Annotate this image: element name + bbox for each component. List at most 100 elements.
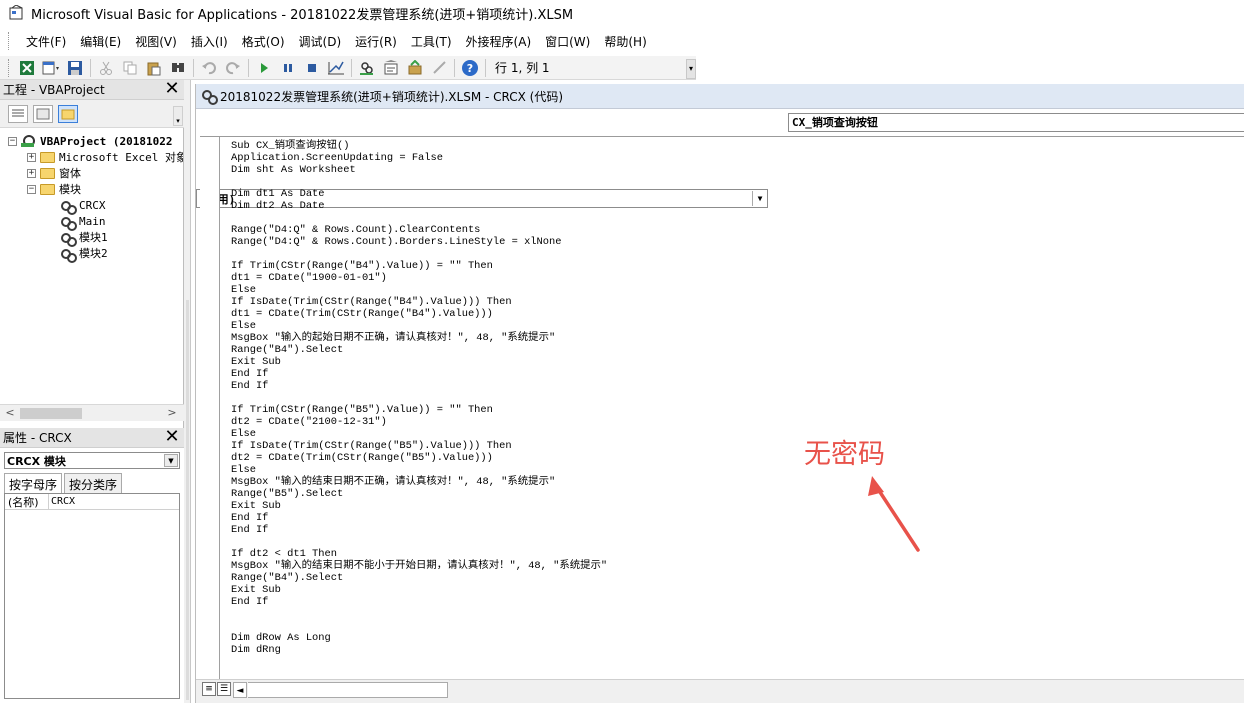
menu-view[interactable]: 视图(V): [128, 33, 184, 50]
redo-icon[interactable]: [223, 58, 243, 78]
menu-tools[interactable]: 工具(T): [404, 33, 459, 50]
code-line[interactable]: Range("B4").Select: [231, 344, 607, 356]
code-line[interactable]: [231, 248, 607, 260]
code-line[interactable]: Else: [231, 464, 607, 476]
tab-alphabetic[interactable]: 按字母序: [4, 473, 63, 493]
procedure-combo[interactable]: CX_销项查询按钮: [788, 112, 1244, 132]
view-object-button[interactable]: [33, 104, 53, 123]
code-line[interactable]: End If: [231, 596, 607, 608]
properties-icon[interactable]: [381, 58, 401, 78]
code-line[interactable]: Exit Sub: [231, 584, 607, 596]
code-line[interactable]: Range("B4").Select: [231, 572, 607, 584]
tab-categorized[interactable]: 按分类序: [64, 473, 123, 493]
code-line[interactable]: Dim dRow As Long: [231, 632, 607, 644]
code-line[interactable]: dt2 = CDate("2100-12-31"): [231, 416, 607, 428]
tree-node-module-1[interactable]: 模块1: [60, 229, 108, 247]
menu-insert[interactable]: 插入(I): [184, 33, 235, 50]
code-line[interactable]: MsgBox "输入的起始日期不正确，请认真核对！", 48, "系统提示": [231, 332, 607, 344]
toolbar-options-button[interactable]: ▾: [686, 59, 696, 79]
tree-node-module-crcx[interactable]: CRCX: [60, 197, 106, 215]
code-line[interactable]: Dim dRng: [231, 644, 607, 656]
menu-edit[interactable]: 编辑(E): [73, 33, 128, 50]
code-line[interactable]: End If: [231, 512, 607, 524]
menu-run[interactable]: 运行(R): [348, 33, 404, 50]
find-icon[interactable]: [168, 58, 188, 78]
code-line[interactable]: dt1 = CDate(Trim(CStr(Range("B4").Value)…: [231, 308, 607, 320]
code-line[interactable]: [231, 620, 607, 632]
code-line[interactable]: [231, 212, 607, 224]
tree-node-module-main[interactable]: Main: [60, 213, 106, 231]
help-icon[interactable]: ?: [460, 58, 480, 78]
tree-node-modules[interactable]: − 模块: [27, 181, 81, 197]
code-line[interactable]: dt1 = CDate("1900-01-01"): [231, 272, 607, 284]
copy-icon[interactable]: [120, 58, 140, 78]
code-line[interactable]: MsgBox "输入的结束日期不正确，请认真核对！", 48, "系统提示": [231, 476, 607, 488]
code-line[interactable]: If IsDate(Trim(CStr(Range("B4").Value)))…: [231, 296, 607, 308]
excel-icon[interactable]: [17, 58, 37, 78]
code-line[interactable]: End If: [231, 524, 607, 536]
tree-node-vbaproject[interactable]: − VBAProject (20181022: [8, 133, 172, 149]
code-hscrollbar[interactable]: [248, 682, 448, 698]
insert-module-icon[interactable]: [41, 58, 61, 78]
run-icon[interactable]: [254, 58, 274, 78]
paste-icon[interactable]: [144, 58, 164, 78]
project-panel-close-icon[interactable]: ✕: [163, 79, 181, 99]
code-line[interactable]: If IsDate(Trim(CStr(Range("B5").Value)))…: [231, 440, 607, 452]
tree-node-forms[interactable]: + 窗体: [27, 165, 81, 181]
code-line[interactable]: End If: [231, 368, 607, 380]
code-line[interactable]: If Trim(CStr(Range("B4").Value)) = "" Th…: [231, 260, 607, 272]
code-line[interactable]: Sub CX_销项查询按钮(): [231, 140, 607, 152]
properties-panel-close-icon[interactable]: ✕: [163, 427, 181, 447]
property-row[interactable]: (名称) CRCX: [5, 493, 179, 510]
code-editor[interactable]: Sub CX_销项查询按钮() Application.ScreenUpdatin…: [200, 136, 1244, 680]
code-margin[interactable]: [200, 137, 220, 680]
project-tree-hscrollbar[interactable]: < >: [0, 404, 184, 421]
undo-icon[interactable]: [199, 58, 219, 78]
collapse-icon[interactable]: −: [8, 136, 17, 146]
code-line[interactable]: Dim dt2 As Date: [231, 200, 607, 212]
chevron-down-icon[interactable]: ▼: [164, 454, 178, 467]
code-line[interactable]: Else: [231, 428, 607, 440]
expand-icon[interactable]: +: [27, 152, 36, 162]
full-module-view-icon[interactable]: ☰: [217, 682, 231, 696]
code-line[interactable]: [231, 392, 607, 404]
menu-help[interactable]: 帮助(H): [597, 33, 653, 50]
collapse-icon[interactable]: −: [27, 184, 36, 194]
code-line[interactable]: dt2 = CDate(Trim(CStr(Range("B5").Value)…: [231, 452, 607, 464]
code-line[interactable]: MsgBox "输入的结束日期不能小于开始日期，请认真核对！", 48, "系统…: [231, 560, 607, 572]
toolbox-icon[interactable]: [429, 58, 449, 78]
scrollbar-thumb[interactable]: [20, 408, 82, 419]
menu-window[interactable]: 窗口(W): [538, 33, 597, 50]
tree-node-excel-objects[interactable]: + Microsoft Excel 对象: [27, 149, 183, 165]
code-line[interactable]: Dim dt1 As Date: [231, 188, 607, 200]
code-line[interactable]: Range("D4:Q" & Rows.Count).Borders.LineS…: [231, 236, 607, 248]
code-line[interactable]: Range("D4:Q" & Rows.Count).ClearContents: [231, 224, 607, 236]
save-icon[interactable]: [65, 58, 85, 78]
break-icon[interactable]: [278, 58, 298, 78]
object-browser-icon[interactable]: [405, 58, 425, 78]
scroll-left-icon[interactable]: ◄: [233, 682, 247, 698]
code-line[interactable]: [231, 176, 607, 188]
reset-icon[interactable]: [302, 58, 322, 78]
property-value[interactable]: CRCX: [49, 496, 75, 507]
expand-icon[interactable]: +: [27, 168, 36, 178]
scroll-left-icon[interactable]: <: [2, 405, 18, 421]
cut-icon[interactable]: [96, 58, 116, 78]
menu-debug[interactable]: 调试(D): [292, 33, 349, 50]
tree-node-module-2[interactable]: 模块2: [60, 245, 108, 263]
design-mode-icon[interactable]: [326, 58, 346, 78]
dock-splitter[interactable]: [184, 80, 191, 703]
code-line[interactable]: Else: [231, 320, 607, 332]
menu-format[interactable]: 格式(O): [235, 33, 292, 50]
code-line[interactable]: Dim sht As Worksheet: [231, 164, 607, 176]
code-line[interactable]: Exit Sub: [231, 356, 607, 368]
properties-object-select[interactable]: CRCX 模块 ▼: [4, 452, 180, 469]
code-line[interactable]: [231, 536, 607, 548]
code-text[interactable]: Sub CX_销项查询按钮() Application.ScreenUpdatin…: [231, 140, 607, 656]
code-line[interactable]: Application.ScreenUpdating = False: [231, 152, 607, 164]
code-line[interactable]: [231, 608, 607, 620]
project-toolbar-more-icon[interactable]: ▾: [173, 106, 183, 126]
view-code-button[interactable]: [8, 104, 28, 123]
procedure-view-icon[interactable]: ≡: [202, 682, 216, 696]
code-line[interactable]: Exit Sub: [231, 500, 607, 512]
